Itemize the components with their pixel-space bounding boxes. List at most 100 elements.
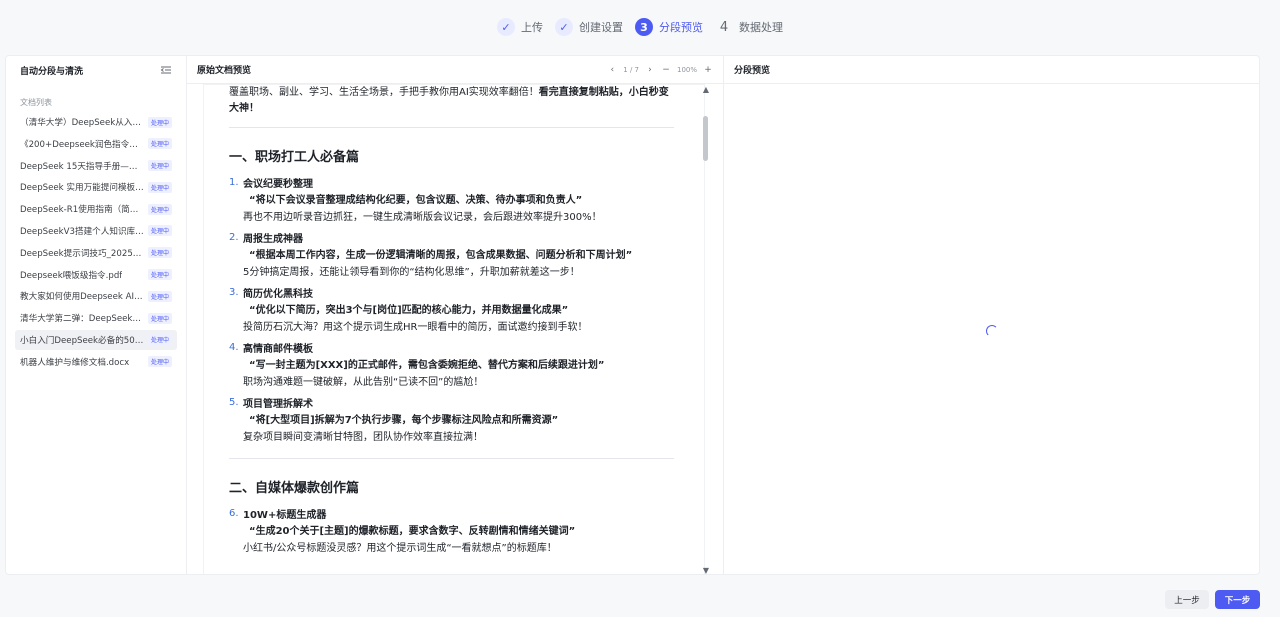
item-description: 复杂项目瞬间变清晰甘特图，团队协作效率直接拉满！ [243, 432, 483, 443]
doc-name: 《200+Deepseek润色指令》_2025.pdf [20, 139, 145, 150]
step-create-settings: ✓ 创建设置 [555, 18, 623, 36]
scroll-thumb[interactable] [703, 116, 708, 161]
item-quote: “根据本周工作内容，生成一份逻辑清晰的周报，包含成果数据、问题分析和下周计划” [249, 250, 633, 261]
step-upload: ✓ 上传 [497, 18, 543, 36]
section-heading: 二、自媒体爆款创作篇 [229, 481, 360, 496]
intro-text: 覆盖职场、副业、学习、生活全场景，手把手教你用AI实现效率翻倍！ [229, 87, 539, 98]
segment-preview: 分段预览 [724, 56, 1259, 574]
item-number: 1. [229, 177, 239, 188]
step-number: 4 [719, 19, 729, 35]
status-badge: 处理中 [147, 225, 172, 237]
scroll-down-icon[interactable]: ▼ [701, 566, 711, 574]
doc-list-item[interactable]: 教大家如何使用Deepseek AI进行超级降维打击.pdf处理中 [15, 286, 177, 306]
doc-list-item[interactable]: （清华大学）DeepSeek从入门到精通.pdf处理中 [15, 112, 177, 132]
step-label: 上传 [521, 21, 543, 34]
step-label: 创建设置 [579, 21, 623, 34]
doc-list-label: 文档列表 [20, 98, 52, 107]
status-badge: 处理中 [147, 247, 172, 259]
item-description: 5分钟搞定周报，还能让领导看到你的“结构化思维”，升职加薪就差这一步！ [243, 267, 580, 278]
item-title: 项目管理拆解术 [243, 399, 313, 410]
doc-name: DeepSeek-R1使用指南（简版）.pdf [20, 205, 145, 216]
item-number: 3. [229, 287, 239, 298]
page-indicator: 1 / 7 [623, 65, 639, 74]
doc-list-item[interactable]: DeepSeekV3搭建个人知识库教程.pdf处理中 [15, 221, 177, 241]
step-data-processing: 4 数据处理 [715, 18, 783, 36]
item-description: 投简历石沉大海？用这个提示词生成HR一眼看中的简历，面试邀约接到手软！ [243, 322, 588, 333]
doc-list-item[interactable]: 清华大学第二弹：DeepSeek赋能职场.pdf处理中 [15, 308, 177, 328]
item-quote: “写一封主题为[XXX]的正式邮件，需包含委婉拒绝、替代方案和后续跟进计划” [249, 360, 605, 371]
collapse-sidebar-icon[interactable] [160, 64, 172, 76]
doc-list-item[interactable]: DeepSeek 15天指导手册——从入门到精通.pdf处理中 [15, 156, 177, 176]
step-label: 数据处理 [739, 21, 783, 34]
prompt-item: 6. 10W+标题生成器 “生成20个关于[主题]的爆款标题，要求含数字、反转剧情和… [229, 508, 674, 557]
intro-paragraph: 覆盖职场、副业、学习、生活全场景，手把手教你用AI实现效率翻倍！看完直接复制粘贴… [229, 85, 674, 117]
check-icon: ✓ [555, 18, 573, 36]
item-title: 高情商邮件模板 [243, 344, 313, 355]
prev-page-icon[interactable]: ‹ [607, 65, 617, 75]
doc-name: 教大家如何使用Deepseek AI进行超级降维打击.pdf [20, 292, 145, 303]
step-label: 分段预览 [659, 21, 703, 34]
doc-list-item[interactable]: DeepSeek 实用万能提问模板(1).pdf处理中 [15, 177, 177, 197]
segment-preview-title: 分段预览 [734, 66, 771, 76]
doc-name: Deepseek喂饭级指令.pdf [20, 270, 123, 281]
doc-name: 清华大学第二弹：DeepSeek赋能职场.pdf [20, 314, 145, 325]
step-number: 3 [635, 18, 653, 36]
original-doc-preview: 原始文档预览 ‹ 1 / 7 › − 100% + 覆盖职场、副业、学习、生活全… [187, 56, 724, 574]
scroll-up-icon[interactable]: ▲ [701, 85, 711, 95]
status-badge: 处理中 [147, 334, 172, 346]
doc-name: DeepSeek提示词技巧_20250130.pdf [20, 248, 145, 259]
next-page-icon[interactable]: › [645, 65, 655, 75]
item-quote: “生成20个关于[主题]的爆款标题，要求含数字、反转剧情和情绪关键词” [249, 526, 576, 537]
doc-name: DeepSeek 15天指导手册——从入门到精通.pdf [20, 161, 145, 172]
main-card: 自动分段与清洗 文档列表 （清华大学）DeepSeek从入门到精通.pdf处理中… [5, 55, 1260, 575]
doc-name: （清华大学）DeepSeek从入门到精通.pdf [20, 118, 145, 128]
doc-name: DeepSeek 实用万能提问模板(1).pdf [20, 183, 145, 194]
next-step-button[interactable]: 下一步 [1215, 590, 1260, 609]
item-quote: “将[大型项目]拆解为7个执行步骤，每个步骤标注风险点和所需资源” [249, 415, 559, 426]
item-number: 4. [229, 342, 239, 353]
item-quote: “优化以下简历，突出3个与[岗位]匹配的核心能力，并用数据量化成果” [249, 305, 569, 316]
step-segment-preview: 3 分段预览 [635, 18, 703, 36]
status-badge: 处理中 [147, 356, 172, 368]
status-badge: 处理中 [147, 160, 172, 172]
prompt-item: 1. 会议纪要秒整理 “将以下会议录音整理成结构化纪要，包含议题、决策、待办事项和负… [229, 177, 674, 226]
item-title: 10W+标题生成器 [243, 510, 327, 521]
doc-list-item[interactable]: Deepseek喂饭级指令.pdf 处理中 [15, 265, 177, 285]
doc-list-item[interactable]: DeepSeek提示词技巧_20250130.pdf处理中 [15, 243, 177, 263]
doc-preview-header: 原始文档预览 ‹ 1 / 7 › − 100% + [187, 56, 723, 84]
doc-name: 机器人维护与维修文档.docx [20, 357, 130, 368]
doc-list-item[interactable]: 小白入门DeepSeek必备的50个提示词.pdf处理中 [15, 329, 177, 350]
zoom-level: 100% [676, 65, 697, 74]
status-badge: 处理中 [147, 181, 172, 193]
zoom-out-icon[interactable]: − [661, 65, 671, 75]
section-items: 1. 会议纪要秒整理 “将以下会议录音整理成结构化纪要，包含议题、决策、待办事项和负… [229, 177, 674, 446]
item-quote: “将以下会议录音整理成结构化纪要，包含议题、决策、待办事项和负责人” [249, 195, 583, 206]
prompt-item: 4. 高情商邮件模板 “写一封主题为[XXX]的正式邮件，需包含委婉拒绝、替代方案和… [229, 342, 674, 391]
item-number: 6. [229, 508, 239, 519]
doc-scrollbar[interactable]: ▲ ▼ [701, 85, 711, 574]
status-badge: 处理中 [147, 116, 172, 128]
item-number: 2. [229, 232, 239, 243]
doc-content: 覆盖职场、副业、学习、生活全场景，手把手教你用AI实现效率翻倍！看完直接复制粘贴… [229, 85, 674, 563]
zoom-in-icon[interactable]: + [703, 65, 713, 75]
sidebar: 自动分段与清洗 文档列表 （清华大学）DeepSeek从入门到精通.pdf处理中… [6, 56, 187, 574]
doc-list-item[interactable]: 机器人维护与维修文档.docx 处理中 [15, 352, 177, 372]
sidebar-title: 自动分段与清洗 [20, 66, 84, 77]
status-badge: 处理中 [147, 203, 172, 215]
prev-step-button[interactable]: 上一步 [1165, 590, 1209, 609]
divider [229, 458, 674, 459]
prompt-item: 2. 周报生成神器 “根据本周工作内容，生成一份逻辑清晰的周报，包含成果数据、问题分… [229, 232, 674, 281]
doc-list: （清华大学）DeepSeek从入门到精通.pdf处理中《200+Deepseek… [6, 112, 186, 372]
item-title: 会议纪要秒整理 [243, 179, 313, 190]
item-title: 简历优化黑科技 [243, 289, 313, 300]
doc-list-item[interactable]: 《200+Deepseek润色指令》_2025.pdf处理中 [15, 134, 177, 154]
doc-list-item[interactable]: DeepSeek-R1使用指南（简版）.pdf处理中 [15, 199, 177, 219]
status-badge: 处理中 [147, 138, 172, 150]
footer-actions: 上一步 下一步 [1165, 590, 1260, 609]
segment-preview-header: 分段预览 [724, 56, 1259, 84]
sidebar-header: 自动分段与清洗 [6, 56, 186, 84]
status-badge: 处理中 [147, 269, 172, 281]
check-icon: ✓ [497, 18, 515, 36]
loading-spinner-icon [986, 325, 998, 337]
section-items: 6. 10W+标题生成器 “生成20个关于[主题]的爆款标题，要求含数字、反转剧情和… [229, 508, 674, 557]
